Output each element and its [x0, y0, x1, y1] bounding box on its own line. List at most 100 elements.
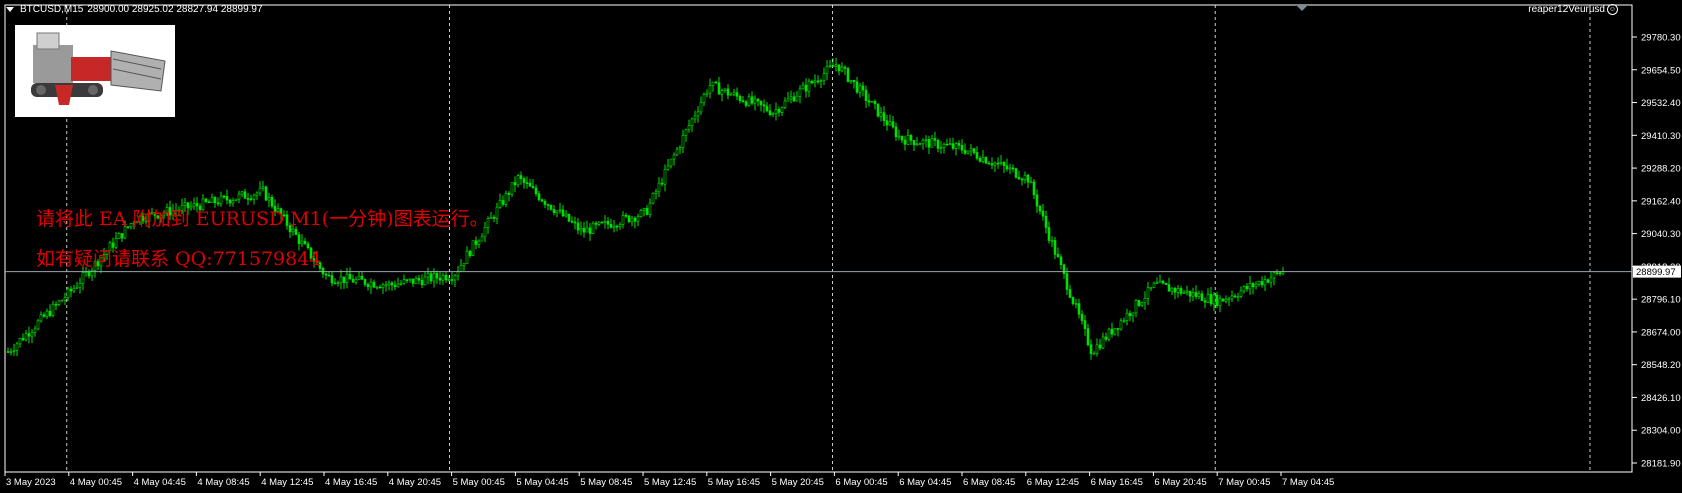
- time-tick-label: 5 May 12:45: [644, 477, 696, 488]
- price-tick-label: 28796.10: [1641, 295, 1681, 306]
- candle-body: [120, 233, 124, 239]
- candle-body: [903, 139, 907, 145]
- time-tick-label: 6 May 04:45: [899, 477, 951, 488]
- time-tick-label: 4 May 00:45: [70, 477, 122, 488]
- candle-body: [1119, 320, 1123, 330]
- chart-shift-marker-icon[interactable]: [1296, 5, 1308, 11]
- candle-body: [45, 310, 49, 317]
- candle-body: [1089, 344, 1093, 354]
- candle-body: [1164, 282, 1168, 285]
- candle-body: [573, 221, 577, 224]
- candle-body: [873, 100, 877, 105]
- candle-body: [774, 109, 778, 114]
- candle-body: [840, 66, 844, 72]
- candle-body: [636, 216, 640, 222]
- candle-body: [822, 73, 826, 82]
- candle-body: [855, 81, 859, 93]
- candle-body: [795, 95, 799, 102]
- candle-body: [1125, 312, 1129, 321]
- candle-body: [924, 139, 928, 141]
- candle-body: [819, 80, 823, 83]
- candle-body: [1155, 282, 1159, 284]
- candle-body: [21, 338, 25, 341]
- candle-body: [330, 275, 334, 284]
- candle-body: [849, 80, 853, 82]
- candle-body: [222, 195, 226, 198]
- candle-body: [1278, 272, 1282, 275]
- candle-body: [474, 240, 478, 245]
- time-tick-label: 5 May 16:45: [708, 477, 760, 488]
- candle-body: [879, 112, 883, 117]
- candle-body: [735, 92, 739, 97]
- candle-body: [816, 80, 820, 83]
- candle-body: [531, 186, 535, 189]
- candle-body: [876, 103, 880, 117]
- candle-body: [1170, 287, 1174, 292]
- candle-body: [1047, 227, 1051, 241]
- candle-body: [234, 198, 238, 201]
- candle-body: [348, 273, 352, 280]
- candle-body: [1005, 165, 1009, 170]
- candle-body: [660, 182, 664, 185]
- candle-body: [1275, 272, 1279, 275]
- candle-body: [1230, 295, 1234, 300]
- candle-body: [624, 214, 628, 217]
- candle-body: [1107, 328, 1111, 340]
- candle-body: [63, 297, 67, 301]
- candle-body: [609, 223, 613, 228]
- contact-text: 如有疑问请联系 QQ:771579844: [36, 248, 322, 270]
- candle-body: [438, 277, 442, 281]
- candle-body: [39, 314, 43, 322]
- candle-body: [1188, 290, 1192, 297]
- candle-body: [402, 279, 406, 284]
- candle-body: [540, 199, 544, 202]
- expert-advisor-label[interactable]: reaper12Veurusd ☺: [1528, 4, 1618, 15]
- candle-body: [783, 100, 787, 108]
- candle-body: [1221, 298, 1225, 302]
- combine-harvester-picture: [15, 25, 175, 117]
- candle-body: [297, 234, 301, 244]
- candle-body: [12, 349, 16, 352]
- candle-body: [417, 277, 421, 281]
- candle-body: [1140, 302, 1144, 306]
- candle-body: [465, 250, 469, 264]
- candle-body: [831, 65, 835, 67]
- candle-body: [663, 168, 667, 185]
- time-tick-label: 5 May 00:45: [453, 477, 505, 488]
- candle-body: [450, 279, 454, 281]
- candle-body: [666, 165, 670, 170]
- candle-body: [336, 282, 340, 285]
- candle-body: [453, 275, 457, 281]
- price-axis[interactable]: 29780.30 29654.50 29532.40 29410.30 29288.20…: [1632, 33, 1681, 470]
- candle-body: [972, 148, 976, 153]
- candle-body: [1233, 295, 1237, 298]
- candle-body: [672, 154, 676, 160]
- smiley-icon[interactable]: ☺: [1607, 4, 1618, 15]
- candle-body: [858, 85, 862, 93]
- candle-body: [207, 201, 211, 203]
- current-price-label: 28899.97: [1636, 267, 1676, 278]
- candle-body: [1086, 328, 1090, 345]
- candle-body: [1152, 282, 1156, 288]
- candle-body: [1215, 294, 1219, 306]
- candle-body: [909, 134, 913, 141]
- candle-body: [705, 92, 709, 95]
- candle-body: [522, 178, 526, 183]
- candle-body: [1050, 240, 1054, 242]
- candle-body: [807, 80, 811, 92]
- candle-body: [444, 274, 448, 281]
- candle-body: [762, 104, 766, 107]
- time-axis[interactable]: 3 May 2023 4 May 00:45 4 May 04:45 4 May 08…: [4, 472, 1334, 488]
- candle-body: [381, 284, 385, 289]
- candle-body: [1131, 312, 1135, 317]
- chart-frame: [4, 4, 1633, 473]
- candle-body: [528, 182, 532, 187]
- candle-body: [690, 118, 694, 126]
- candle-body: [657, 182, 661, 193]
- candle-body: [204, 198, 208, 202]
- candle-body: [81, 272, 85, 284]
- candle-body: [1182, 291, 1186, 294]
- candle-body: [246, 198, 250, 200]
- chart-menu-icon[interactable]: [6, 6, 14, 12]
- candle-body: [408, 278, 412, 281]
